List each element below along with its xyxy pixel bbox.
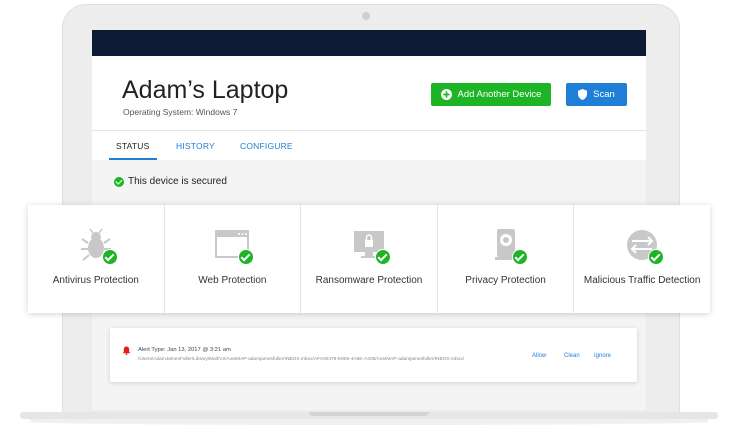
card-ransomware[interactable]: Ransomware Protection [301, 205, 438, 313]
scan-label: Scan [593, 89, 615, 100]
laptop-base-shadow [30, 419, 708, 425]
card-label: Malicious Traffic Detection [583, 275, 701, 286]
card-label: Privacy Protection [465, 275, 546, 286]
camera-dot [362, 12, 370, 20]
alert-type: Alert Type: Jan 13, 2017 @ 3:21 am [138, 347, 231, 353]
shield-icon [578, 89, 588, 100]
check-circle-icon [511, 249, 528, 265]
card-label: Web Protection [198, 275, 267, 286]
add-device-label: Add Another Device [457, 89, 542, 100]
check-circle-icon [114, 176, 124, 187]
tab-status[interactable]: STATUS [116, 141, 149, 151]
scan-button[interactable]: Scan [566, 83, 627, 106]
secured-status: This device is secured [114, 176, 227, 187]
allow-link[interactable]: Allow [532, 353, 546, 359]
active-tab-indicator [109, 158, 157, 160]
tab-history[interactable]: HISTORY [176, 141, 215, 151]
card-privacy[interactable]: Privacy Protection [438, 205, 575, 313]
card-traffic[interactable]: Malicious Traffic Detection [574, 205, 710, 313]
bell-icon [122, 346, 131, 355]
card-web[interactable]: Web Protection [165, 205, 302, 313]
card-label: Ransomware Protection [315, 275, 423, 286]
tab-configure[interactable]: CONFIGURE [240, 141, 293, 151]
laptop-base-notch [309, 412, 429, 416]
protection-cards: Antivirus Protection Web Protection Rans… [28, 205, 710, 313]
card-antivirus[interactable]: Antivirus Protection [28, 205, 165, 313]
clean-link[interactable]: Clean [564, 353, 580, 359]
page-title: Adam’s Laptop [122, 76, 289, 104]
alert-row: Alert Type: Jan 13, 2017 @ 3:21 am /User… [110, 328, 637, 382]
laptop-base [0, 412, 738, 430]
check-circle-icon [238, 249, 255, 265]
alert-file-path: /Users/AdamJamesFuller/Library/Mail/V2/A… [138, 357, 465, 362]
tab-bar: STATUS HISTORY CONFIGURE [92, 130, 646, 160]
plus-circle-icon [440, 89, 452, 100]
card-label: Antivirus Protection [52, 275, 139, 286]
check-circle-icon [374, 249, 391, 265]
secured-message: This device is secured [128, 176, 227, 187]
check-circle-icon [648, 249, 665, 265]
ignore-link[interactable]: Ignore [594, 353, 611, 359]
add-device-button[interactable]: Add Another Device [431, 83, 551, 106]
os-label: Operating System: Windows 7 [123, 107, 238, 117]
check-circle-icon [101, 249, 118, 265]
